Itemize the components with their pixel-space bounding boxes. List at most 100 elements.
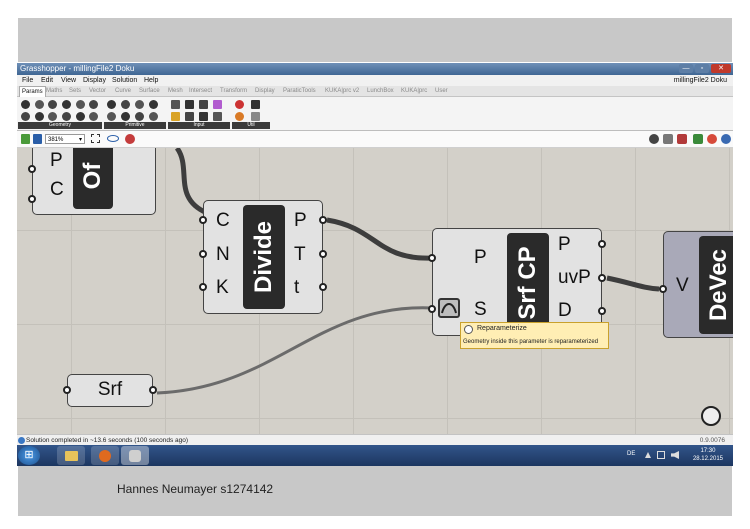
tab-params[interactable]: Params — [19, 86, 46, 97]
canvas[interactable]: Of P C Divide C N K P T t Srf CP P S P u… — [17, 148, 733, 434]
gradient-icon[interactable] — [213, 100, 222, 109]
button-object-icon[interactable] — [185, 100, 194, 109]
zoom-extents-icon[interactable] — [91, 134, 100, 143]
srfcp-output-p-pin[interactable] — [598, 240, 606, 248]
save-file-icon[interactable] — [33, 134, 42, 144]
number-param-icon[interactable] — [135, 100, 144, 109]
number-slider-icon[interactable] — [199, 112, 208, 121]
devec-input-v-pin[interactable] — [659, 285, 667, 293]
clock[interactable]: 17:30 28.12.2015 — [693, 447, 723, 463]
srfcp-output-uvp-pin[interactable] — [598, 274, 606, 282]
value-list-icon[interactable] — [185, 112, 194, 121]
divide-output-t-pin[interactable] — [319, 250, 327, 258]
taskbar-explorer-button[interactable] — [57, 446, 85, 465]
surface-param-icon[interactable] — [62, 100, 71, 109]
tab-mesh[interactable]: Mesh — [168, 86, 183, 96]
divide-output-p-pin[interactable] — [319, 216, 327, 224]
divide-input-n-pin[interactable] — [199, 250, 207, 258]
volume-icon[interactable] — [671, 451, 679, 459]
fire-icon[interactable] — [235, 112, 244, 121]
shaded-icon[interactable] — [677, 134, 687, 144]
sphere-icon[interactable] — [721, 134, 731, 144]
curve-param-icon[interactable] — [48, 100, 57, 109]
tab-surface[interactable]: Surface — [139, 86, 160, 96]
divide-input-c-pin[interactable] — [199, 216, 207, 224]
menu-edit[interactable]: Edit — [41, 75, 53, 86]
tab-curve[interactable]: Curve — [115, 86, 131, 96]
srfcp-input-s-pin[interactable] — [428, 305, 436, 313]
zoom-select[interactable]: 381% ▾ — [45, 134, 85, 144]
minimize-button[interactable]: — — [679, 64, 693, 73]
graph-mapper-icon[interactable] — [171, 112, 180, 121]
tab-kukaprc-v2[interactable]: KUKA|prc v2 — [325, 86, 359, 96]
preview-eye-icon[interactable] — [107, 135, 119, 142]
srfcp-output-d-pin[interactable] — [598, 307, 606, 315]
taskbar-firefox-button[interactable] — [91, 446, 119, 465]
tab-paratictools[interactable]: ParaticTools — [283, 86, 316, 96]
taskbar-rhino-button[interactable] — [121, 446, 149, 465]
menu-help[interactable]: Help — [144, 75, 158, 86]
domain-param-icon[interactable] — [107, 112, 116, 121]
plane-param-icon[interactable] — [35, 112, 44, 121]
tray-expand-icon[interactable] — [645, 452, 651, 458]
tab-display[interactable]: Display — [255, 86, 275, 96]
paint-icon[interactable] — [125, 134, 135, 144]
selected-only-icon[interactable] — [693, 134, 703, 144]
tab-lunchbox[interactable]: LunchBox — [367, 86, 394, 96]
offset-input-p-pin[interactable] — [28, 165, 36, 173]
document-preview-icon[interactable] — [707, 134, 717, 144]
tab-user[interactable]: User — [435, 86, 448, 96]
arrow-right-icon[interactable] — [251, 100, 260, 109]
srf-param-output-pin[interactable] — [149, 386, 157, 394]
matrix-param-icon[interactable] — [121, 112, 130, 121]
time-param-icon[interactable] — [135, 112, 144, 121]
divide-input-k-pin[interactable] — [199, 283, 207, 291]
menu-view[interactable]: View — [61, 75, 76, 86]
arc-param-icon[interactable] — [62, 112, 71, 121]
brep-param-icon[interactable] — [76, 100, 85, 109]
tab-vector[interactable]: Vector — [89, 86, 106, 96]
maximize-button[interactable]: ▫ — [695, 64, 709, 73]
srf-param-input-pin[interactable] — [63, 386, 71, 394]
start-button[interactable]: ⊞ — [18, 446, 40, 465]
mesh-param-icon[interactable] — [89, 100, 98, 109]
devec-component[interactable]: DeVec V — [663, 231, 733, 338]
srfcp-component[interactable]: Srf CP P S P uvP D — [432, 228, 602, 336]
panel-icon[interactable] — [199, 100, 208, 109]
box-param-icon[interactable] — [76, 112, 85, 121]
srfcp-input-p-pin[interactable] — [428, 254, 436, 262]
tab-intersect[interactable]: Intersect — [189, 86, 212, 96]
language-indicator[interactable]: DE — [627, 451, 635, 457]
boolean-param-icon[interactable] — [107, 100, 116, 109]
menu-file[interactable]: File — [22, 75, 33, 86]
integer-param-icon[interactable] — [121, 100, 130, 109]
open-file-icon[interactable] — [21, 134, 30, 144]
vector-param-icon[interactable] — [21, 112, 30, 121]
offset-component[interactable]: Of P C — [32, 148, 156, 215]
tab-maths[interactable]: Maths — [46, 86, 62, 96]
srf-param[interactable]: Srf — [67, 374, 153, 407]
text-param-icon[interactable] — [149, 100, 158, 109]
offset-input-c-pin[interactable] — [28, 195, 36, 203]
menu-solution[interactable]: Solution — [112, 75, 137, 86]
boolean-toggle-icon[interactable] — [171, 100, 180, 109]
wireframe-icon[interactable] — [663, 134, 673, 144]
relay-icon[interactable] — [251, 112, 260, 121]
line-param-icon[interactable] — [48, 112, 57, 121]
swatch-icon[interactable] — [213, 112, 222, 121]
close-button[interactable]: ✕ — [711, 64, 731, 73]
preview-mode-icon[interactable] — [649, 134, 659, 144]
circle-param-icon[interactable] — [35, 100, 44, 109]
divide-output-tt-pin[interactable] — [319, 283, 327, 291]
cherries-icon[interactable] — [235, 100, 244, 109]
tab-kukaprc[interactable]: KUKA|prc — [401, 86, 427, 96]
field-param-icon[interactable] — [89, 112, 98, 121]
tab-sets[interactable]: Sets — [69, 86, 81, 96]
colour-param-icon[interactable] — [149, 112, 158, 121]
point-param-icon[interactable] — [21, 100, 30, 109]
reparameterize-icon[interactable] — [438, 298, 460, 318]
divide-component[interactable]: Divide C N K P T t — [203, 200, 323, 314]
tab-transform[interactable]: Transform — [220, 86, 247, 96]
menu-display[interactable]: Display — [83, 75, 106, 86]
network-icon[interactable] — [657, 451, 665, 459]
